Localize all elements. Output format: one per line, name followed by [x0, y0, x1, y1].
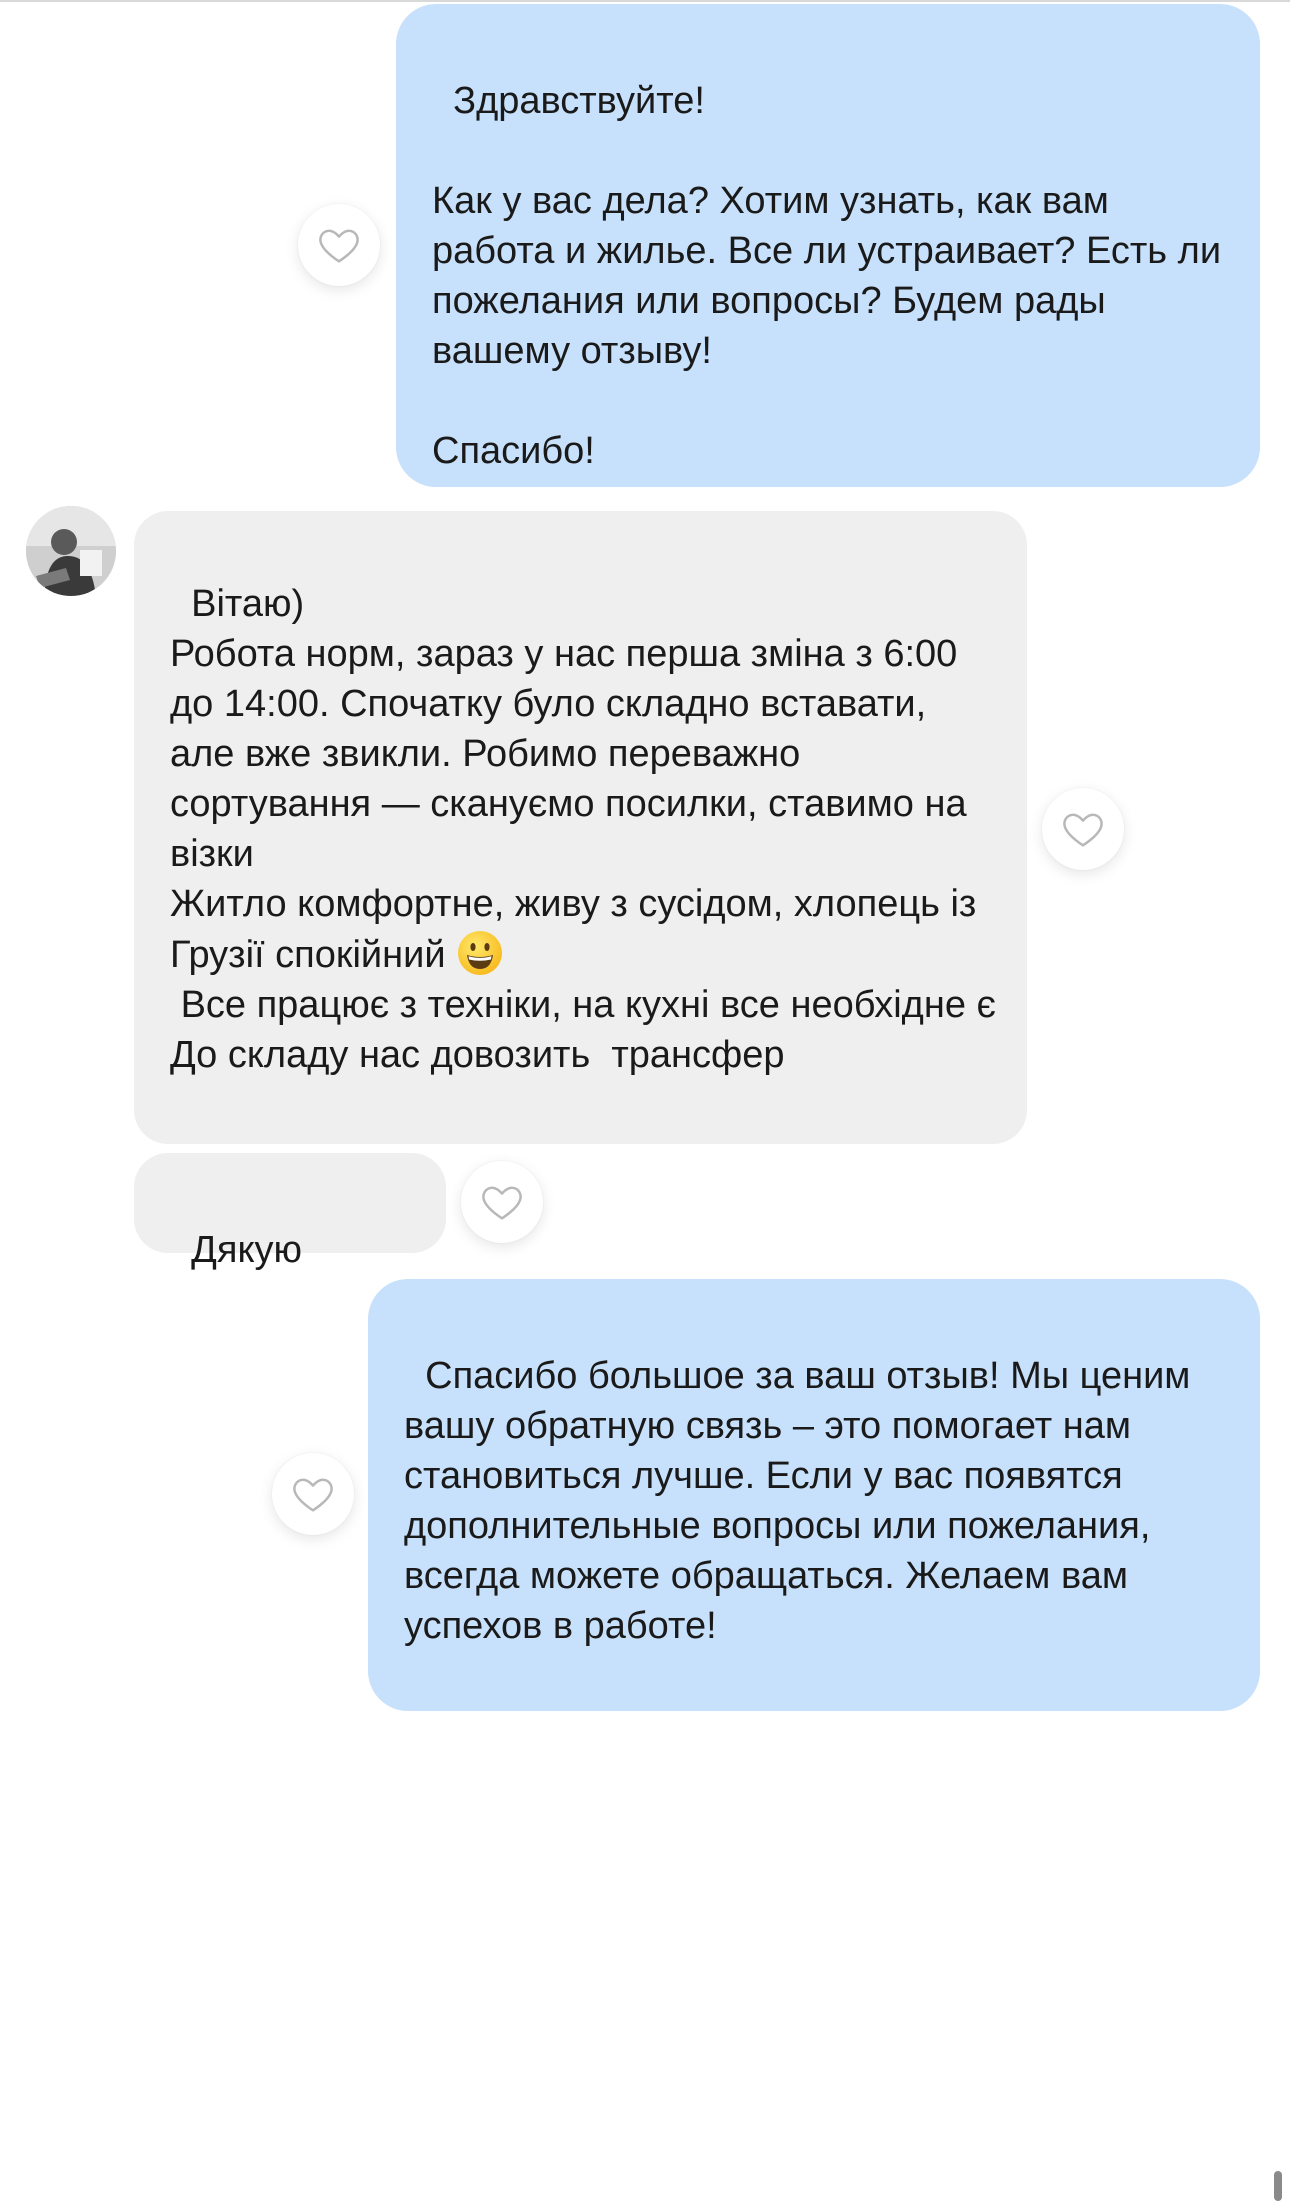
- heart-outline-icon: [293, 1478, 333, 1512]
- like-button[interactable]: [298, 204, 380, 286]
- like-button[interactable]: [1042, 788, 1124, 870]
- heart-outline-icon: [482, 1186, 522, 1220]
- like-button[interactable]: [461, 1161, 543, 1243]
- message-text: Здравствуйте! Как у вас дела? Хотим узна…: [432, 80, 1222, 472]
- message-text: Вітаю) Робота норм, зараз у нас перша зм…: [170, 583, 977, 976]
- message-text: Спасибо большое за ваш отзыв! Мы ценим в…: [404, 1355, 1201, 1647]
- avatar-image: [26, 506, 116, 596]
- scroll-indicator[interactable]: [1274, 2171, 1282, 2201]
- message-bubble-outgoing[interactable]: Спасибо большое за ваш отзыв! Мы ценим в…: [368, 1279, 1260, 1711]
- message-bubble-outgoing[interactable]: Здравствуйте! Как у вас дела? Хотим узна…: [396, 4, 1260, 487]
- message-bubble-incoming[interactable]: Дякую: [134, 1153, 446, 1271]
- contact-avatar[interactable]: [26, 506, 116, 596]
- message-text: Дякую: [191, 1229, 302, 1271]
- grinning-face-emoji-icon: [458, 931, 503, 975]
- message-text-continued: Все працює з техніки, на кухні все необх…: [170, 984, 996, 1076]
- top-divider: [0, 0, 1290, 2]
- heart-outline-icon: [1063, 813, 1103, 847]
- message-bubble-incoming[interactable]: Вітаю) Робота норм, зараз у нас перша зм…: [134, 511, 1027, 1144]
- like-button[interactable]: [272, 1453, 354, 1535]
- heart-outline-icon: [319, 229, 359, 263]
